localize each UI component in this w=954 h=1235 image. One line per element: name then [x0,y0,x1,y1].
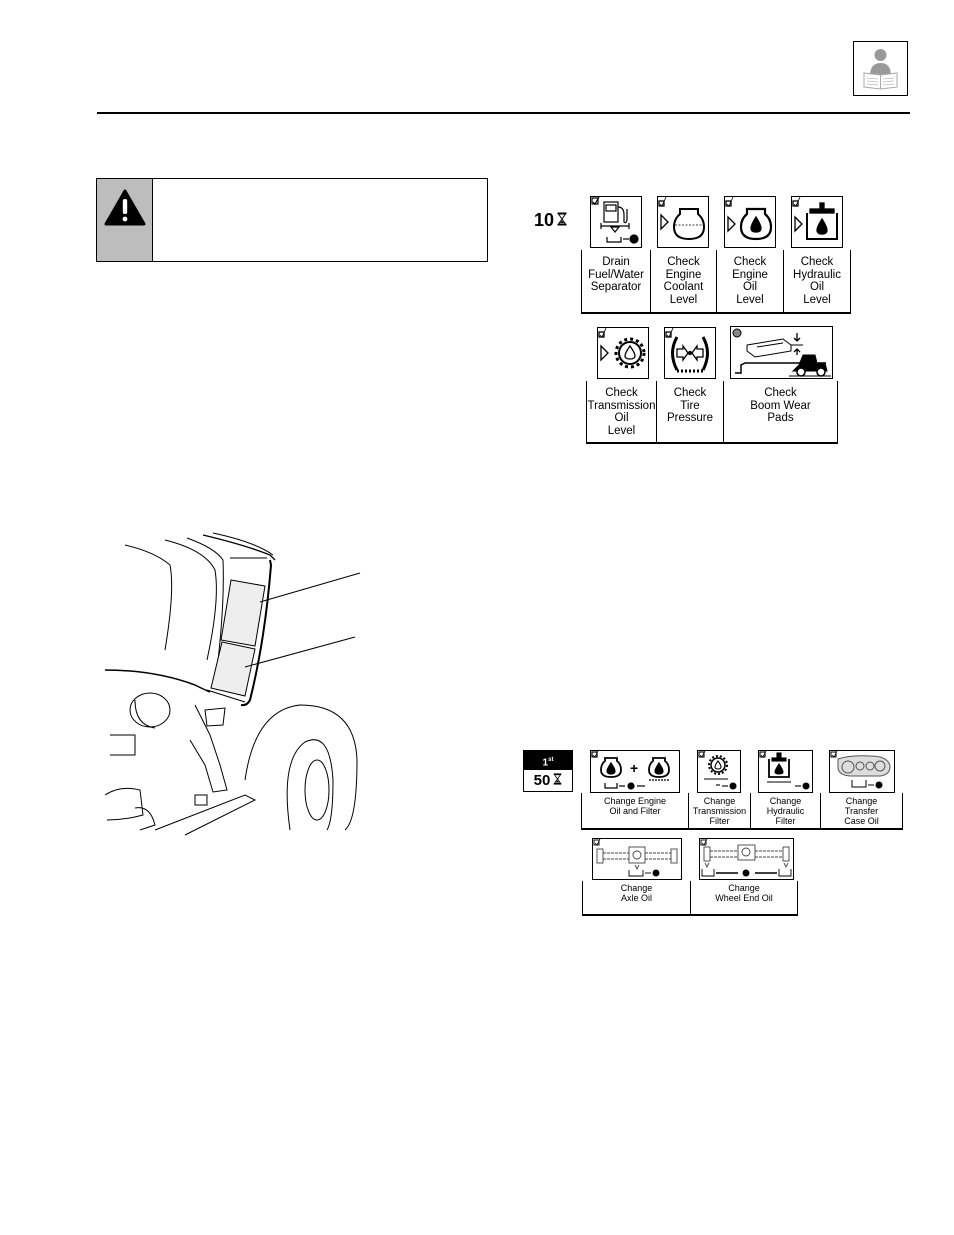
svg-text:+: + [630,760,638,776]
row-baseline [582,914,798,916]
interval-value: 10 [534,210,555,230]
hourglass-icon [557,210,567,231]
task-label-change-transmission-filter: Change Transmission Filter [692,796,747,826]
task-icon-axle-oil [592,838,682,880]
task-label-check-engine-coolant-level: Check Engine Coolant Level [663,256,704,306]
task-icon-transfer-case [829,750,895,793]
row-baseline [586,442,838,444]
task-label-check-tire-pressure: Check Tire Pressure [666,387,714,424]
task-label-change-wheel-end-oil: Change Wheel End Oil [715,883,773,903]
row-baseline [581,312,851,314]
cell-divider [850,250,852,313]
task-icon-engine-coolant [657,196,709,248]
first-label: 1st [524,751,572,770]
task-icon-transmission-filter [697,750,741,793]
task-icon-engine-oil [724,196,776,248]
task-icon-transmission-oil [597,327,649,379]
header-rule [97,112,910,114]
read-manual-icon [853,41,908,96]
warning-side-panel [97,179,153,261]
task-label-check-boom-wear-pads: Check Boom Wear Pads [750,387,811,424]
cell-divider [902,793,904,829]
task-label-check-transmission-oil-level: Check Transmission Oil Level [587,387,656,437]
cell-divider [797,881,799,915]
task-label-check-engine-oil-level: Check Engine Oil Level [732,256,768,306]
task-icon-hydraulic-filter [758,750,813,793]
interval-10-hours: 10 [534,210,567,231]
task-icon-hydraulic-oil [791,196,843,248]
task-icon-wheel-end-oil [699,838,794,880]
task-label-change-axle-oil: Change Axle Oil [620,883,653,903]
task-label-change-hydraulic-filter: Change Hydraulic Filter [766,796,805,826]
task-label-change-transfer-case-oil: Change Transfer Case Oil [844,796,879,826]
interval-value: 50 [524,770,572,791]
interval-first-50-hours: 1st 50 [523,750,573,792]
task-icon-boom-wear-pads [730,326,833,379]
task-label-check-hydraulic-oil-level: Check Hydraulic Oil Level [793,256,841,306]
warning-triangle-icon [104,189,146,226]
row-baseline [581,828,903,830]
hourglass-icon [553,772,562,789]
task-label-drain-fuel-water-separator: Drain Fuel/Water Separator [588,256,644,293]
task-label-change-engine-oil-and-filter: Change Engine Oil and Filter [603,796,667,816]
task-icon-drain-fuel-water-separator [590,196,642,248]
task-icon-engine-oil-filter: + [590,750,680,793]
engine-compartment-illustration [95,530,375,840]
task-icon-tire-pressure [664,327,716,379]
warning-box [96,178,488,262]
cell-divider [837,381,839,443]
